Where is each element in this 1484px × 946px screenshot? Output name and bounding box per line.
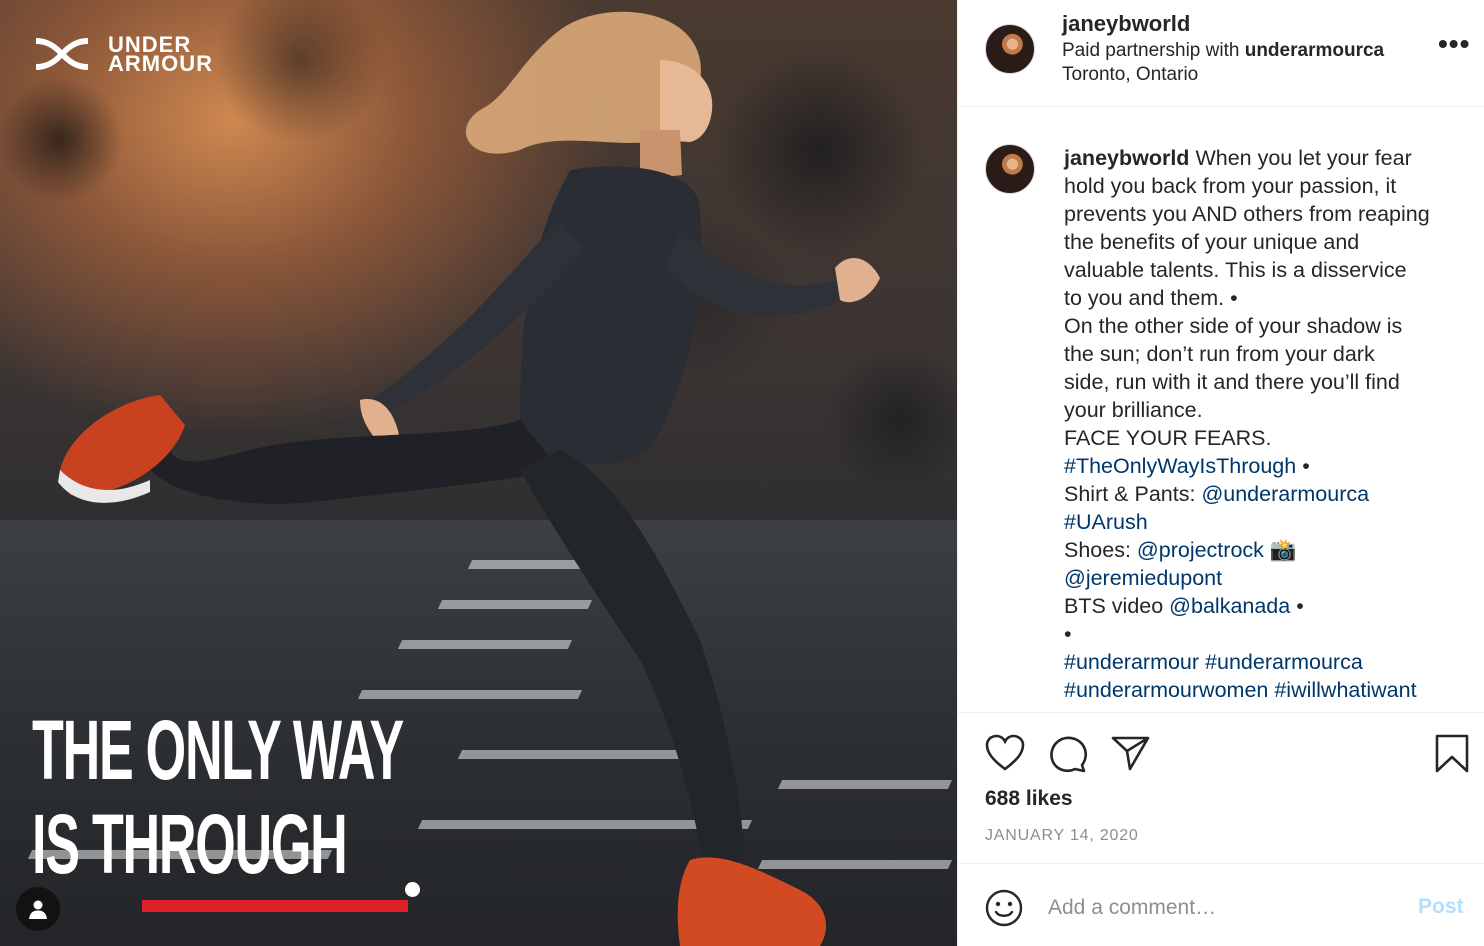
caption-line: hold you back from your passion, it [1064,174,1397,198]
avatar[interactable] [985,24,1035,74]
avatar[interactable] [985,144,1035,194]
mention-link[interactable]: @jeremiedupont [1064,566,1222,590]
mention-link[interactable]: @underarmourca [1201,482,1369,506]
bullet: • [1064,622,1072,646]
add-comment-bar: Post [958,865,1484,946]
headline-line-1: THE ONLY WAY [32,703,404,797]
post-image[interactable]: UNDER ARMOUR THE ONLY WAY IS THROUGH [0,0,957,946]
post-sidebar: janeybworld Paid partnership with undera… [957,0,1484,946]
caption-line: the sun; don’t run from your dark [1064,342,1375,366]
caption-line: your brilliance. [1064,398,1203,422]
image-headline: THE ONLY WAY IS THROUGH [32,703,630,912]
bts-label: BTS video [1064,594,1164,618]
hashtag-link[interactable]: #TheOnlyWayIsThrough [1064,454,1296,478]
header-username[interactable]: janeybworld [1062,11,1190,37]
under-armour-logo-icon [36,38,88,70]
post-date[interactable]: JANUARY 14, 2020 [985,827,1139,845]
comment-input[interactable] [1048,891,1408,925]
caption-line: FACE YOUR FEARS. [1064,426,1272,450]
caption-text: janeybworld When you let your fear hold … [1064,144,1479,704]
save-bookmark-icon[interactable] [1434,734,1470,774]
post-comment-button[interactable]: Post [1418,895,1464,919]
caption-line: to you and them. • [1064,286,1238,310]
like-heart-icon[interactable] [985,734,1025,772]
mention-link[interactable]: @projectrock [1137,538,1264,562]
headline-underline [142,900,408,912]
caption-section: janeybworld When you let your fear hold … [958,108,1484,713]
partnership-prefix: Paid partnership with [1062,40,1240,61]
camera-emoji-icon: 📸 [1269,538,1297,562]
location-link[interactable]: Toronto, Ontario [1062,64,1198,86]
comment-bubble-icon[interactable] [1048,734,1088,774]
caption-line: the benefits of your unique and [1064,230,1360,254]
caption-line: side, run with it and there you’ll find [1064,370,1400,394]
brand-wordmark: UNDER ARMOUR [108,32,213,76]
caption-username[interactable]: janeybworld [1064,146,1189,170]
hashtag-link[interactable]: #underarmour [1064,650,1199,674]
mention-link[interactable]: @balkanada [1169,594,1290,618]
user-tag-icon [29,900,47,919]
hashtag-link[interactable]: #underarmourca [1205,650,1363,674]
caption-line: On the other side of your shadow is [1064,314,1403,338]
more-options-icon[interactable]: ••• [1438,30,1470,58]
bullet: • [1302,454,1310,478]
caption-line: prevents you AND others from reaping [1064,202,1430,226]
hashtag-link[interactable]: #underarmourwomen [1064,678,1268,702]
hashtag-link[interactable]: #iwillwhatiwant [1274,678,1416,702]
hashtag-link[interactable]: #UArush [1064,510,1148,534]
post-header: janeybworld Paid partnership with undera… [958,0,1484,107]
caption-line: valuable talents. This is a disservice [1064,258,1407,282]
headline-period [405,882,420,897]
brand-logo: UNDER ARMOUR [30,32,268,76]
caption-line: When you let your fear [1195,146,1412,170]
bullet: • [1296,594,1304,618]
paid-partnership-label: Paid partnership with underarmourca [1062,40,1384,62]
action-bar: 688 likes JANUARY 14, 2020 [958,714,1484,864]
headline-line-2: IS THROUGH [32,797,348,891]
share-send-icon[interactable] [1111,734,1151,772]
shirt-label: Shirt & Pants: [1064,482,1196,506]
partner-link[interactable]: underarmourca [1245,40,1384,61]
likes-count[interactable]: 688 likes [985,787,1073,811]
shoes-label: Shoes: [1064,538,1131,562]
tagged-users-button[interactable] [16,887,60,931]
emoji-smile-icon[interactable] [985,889,1023,927]
